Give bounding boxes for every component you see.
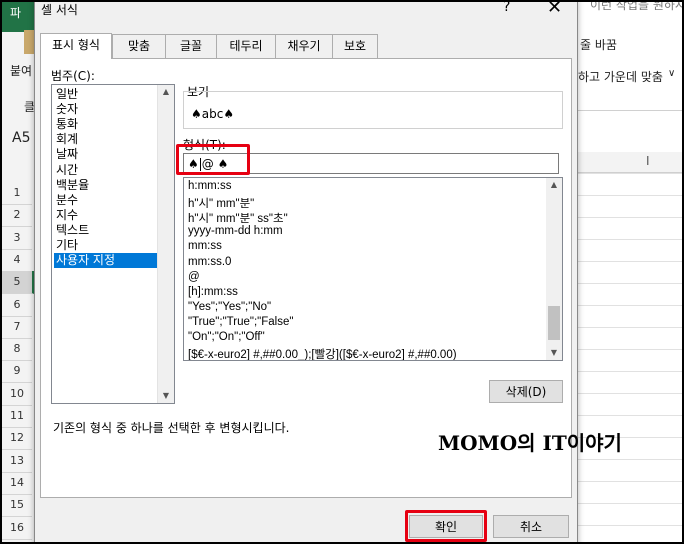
paste-icon[interactable] (24, 30, 34, 54)
merge-center-button[interactable]: 하고 가운데 맞춤 (578, 68, 663, 85)
format-list-item[interactable]: @ (188, 271, 200, 283)
row-header[interactable]: 4 (2, 249, 32, 272)
row-header[interactable]: 9 (2, 360, 32, 384)
category-item[interactable]: 날짜 (54, 147, 158, 162)
format-list-item[interactable]: h"시" mm"분" ss"초" (188, 210, 288, 226)
close-icon[interactable]: ✕ (547, 2, 562, 18)
category-item[interactable]: 시간 (54, 163, 158, 178)
category-item[interactable]: 회계 (54, 132, 158, 147)
ribbon-divider (576, 110, 682, 111)
scroll-down-icon[interactable]: ▼ (546, 346, 562, 360)
highlight-format-input (176, 144, 250, 175)
format-list-item[interactable]: [h]:mm:ss (188, 286, 238, 298)
scroll-down-icon[interactable]: ▼ (158, 389, 174, 403)
category-item[interactable]: 분수 (54, 193, 158, 208)
row-header[interactable]: 12 (2, 427, 32, 451)
category-item[interactable]: 백분율 (54, 178, 158, 193)
excel-grid[interactable] (576, 152, 682, 542)
category-scrollbar[interactable]: ▲ ▼ (157, 85, 174, 403)
wrap-text-button[interactable]: 줄 바꿈 (580, 36, 617, 53)
sample-box (183, 91, 563, 129)
category-item[interactable]: 기타 (54, 238, 158, 253)
excel-ribbon-strip: 파 (2, 2, 36, 32)
category-item[interactable]: 숫자 (54, 102, 158, 117)
format-list-item[interactable]: "Yes";"Yes";"No" (188, 301, 271, 313)
scroll-thumb[interactable] (548, 306, 560, 340)
row-header[interactable]: 16 (2, 517, 32, 540)
row-header[interactable]: 5 (2, 271, 34, 295)
format-list-item[interactable]: h:mm:ss (188, 180, 231, 192)
format-list[interactable]: [$€-x-euro2] #,##0.00_);[빨강]([$€-x-euro2… (183, 177, 563, 361)
row-header[interactable]: 13 (2, 450, 32, 473)
scroll-up-icon[interactable]: ▲ (546, 178, 562, 192)
category-item[interactable]: 통화 (54, 117, 158, 132)
dialog-title: 셀 서식 (41, 3, 78, 17)
name-box[interactable]: A5 (12, 130, 30, 146)
tell-me-search[interactable]: 이런 작업을 원하시 (590, 2, 682, 13)
sample-value: ♠abc♠ (191, 107, 235, 121)
row-header[interactable]: 14 (2, 472, 32, 495)
help-icon[interactable]: ? (503, 2, 510, 15)
format-list-item[interactable]: mm:ss (188, 240, 222, 252)
description-text: 기존의 형식 중 하나를 선택한 후 변형시킵니다. (53, 421, 290, 435)
format-list-item[interactable]: h"시" mm"분" (188, 195, 254, 211)
category-item[interactable]: 일반 (54, 87, 158, 102)
row-header[interactable]: 1 (2, 182, 32, 205)
tab-border[interactable]: 테두리 (216, 34, 276, 58)
highlight-ok-button (405, 510, 487, 542)
category-list[interactable]: 사용자 지정 기타 텍스트 지수 분수 백분율 시간 날짜 회계 통화 숫자 일반 ▲ ▼ (51, 84, 175, 404)
paste-label[interactable]: 붙여 (10, 62, 32, 79)
excel-file-tab[interactable]: 파 (10, 4, 21, 21)
format-cells-dialog: 셀 서식 ? ✕ 표시 형식 맞춤 글꼴 테두리 채우기 보호 범주(C): 사… (34, 2, 578, 542)
category-label: 범주(C): (51, 69, 95, 83)
format-scrollbar[interactable]: ▲ ▼ (546, 178, 562, 360)
category-item[interactable]: 텍스트 (54, 223, 158, 238)
tab-protection[interactable]: 보호 (332, 34, 378, 58)
row-header[interactable]: 15 (2, 494, 32, 518)
row-header[interactable]: 2 (2, 204, 32, 228)
delete-button[interactable]: 삭제(D) (489, 380, 563, 403)
cancel-button[interactable]: 취소 (493, 515, 569, 538)
row-header[interactable]: 3 (2, 227, 32, 250)
tab-alignment[interactable]: 맞춤 (112, 34, 166, 58)
tab-number[interactable]: 표시 형식 (40, 33, 112, 59)
row-header[interactable]: 8 (2, 338, 32, 362)
format-list-item[interactable]: [$€-x-euro2] #,##0.00_);[빨강]([$€-x-euro2… (188, 346, 457, 360)
tab-fill[interactable]: 채우기 (275, 34, 333, 58)
watermark: MOMO의 IT이야기 (438, 431, 622, 455)
scroll-up-icon[interactable]: ▲ (158, 85, 174, 99)
row-header[interactable]: 10 (2, 383, 32, 406)
category-item[interactable]: 지수 (54, 208, 158, 223)
merge-dropdown-icon[interactable]: ∨ (668, 68, 675, 79)
format-list-item[interactable]: "True";"True";"False" (188, 316, 293, 328)
row-header[interactable]: 7 (2, 316, 32, 339)
screenshot-frame: 파 붙여 클 A5 12345678910111213141516 I 이런 작… (0, 0, 684, 544)
row-header[interactable]: 11 (2, 405, 32, 428)
tab-font[interactable]: 글꼴 (165, 34, 217, 58)
category-item[interactable]: 사용자 지정 (54, 253, 158, 269)
format-list-item[interactable]: "On";"On";"Off" (188, 331, 265, 343)
format-list-item[interactable]: mm:ss.0 (188, 256, 231, 268)
row-header[interactable]: 6 (2, 294, 32, 317)
format-list-item[interactable]: yyyy-mm-dd h:mm (188, 225, 283, 237)
